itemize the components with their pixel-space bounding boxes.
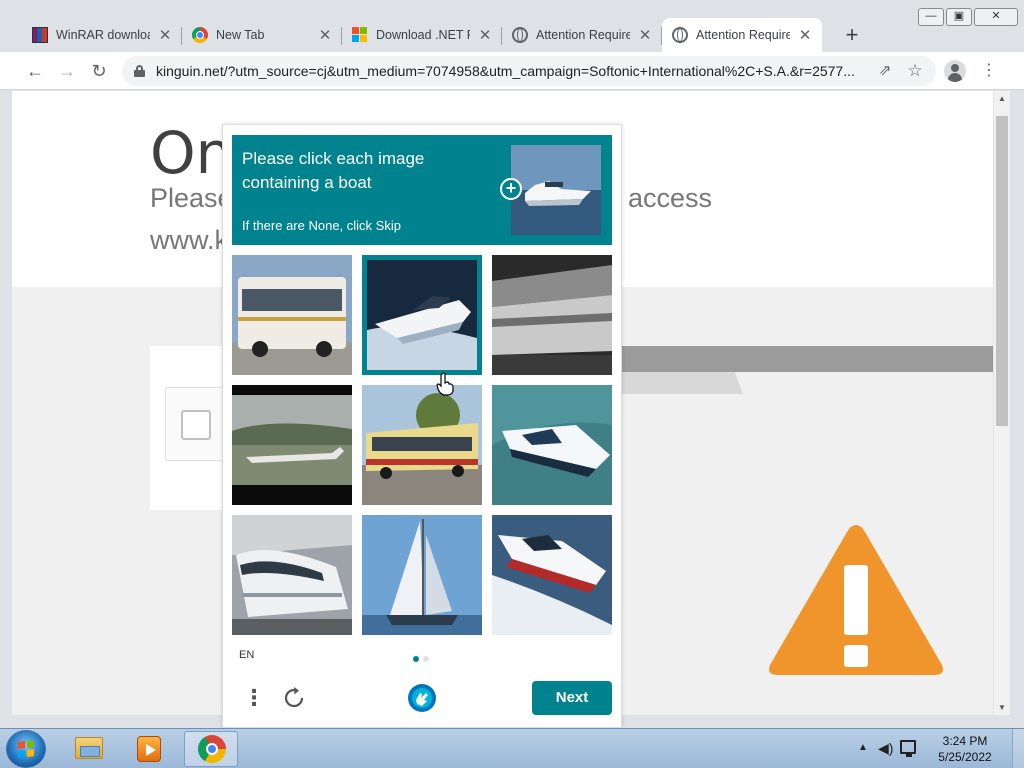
- image-grid: [232, 255, 612, 635]
- clock[interactable]: 3:24 PM 5/25/2022: [926, 733, 1004, 765]
- profile-icon[interactable]: [944, 60, 966, 82]
- tray-expand-icon[interactable]: ▲: [858, 742, 868, 753]
- browser-toolbar: ← → ↻ kinguin.net/?utm_source=cj&utm_med…: [0, 52, 1024, 90]
- prompt-text: Please click each image containing a boa…: [242, 149, 425, 192]
- image-tile-selected[interactable]: [362, 255, 482, 375]
- scroll-up-icon[interactable]: ▲: [998, 94, 1006, 103]
- globe-icon: [512, 27, 528, 43]
- maximize-button[interactable]: ▣: [946, 8, 972, 26]
- window-controls: — ▣ ✕: [918, 8, 1018, 26]
- next-button[interactable]: Next: [532, 681, 612, 715]
- new-tab-button[interactable]: +: [840, 24, 864, 48]
- tab-strip: WinRAR download ✕ New Tab ✕ Download .NE…: [22, 18, 822, 52]
- taskbar: ▲ ◀) 3:24 PM 5/25/2022: [0, 728, 1024, 768]
- close-icon[interactable]: ✕: [318, 26, 332, 44]
- share-icon[interactable]: ⇗: [874, 60, 896, 82]
- page-subtitle: Please: [150, 183, 233, 213]
- page-indicator: [413, 656, 429, 662]
- prompt-instructions: If there are None, click Skip: [242, 218, 401, 233]
- show-desktop-button[interactable]: [1012, 729, 1024, 768]
- forward-icon[interactable]: →: [54, 58, 80, 84]
- network-icon[interactable]: [900, 740, 916, 757]
- tab-title: Download .NET Fr: [376, 28, 470, 42]
- image-tile[interactable]: [362, 385, 482, 505]
- tab-title: New Tab: [216, 28, 265, 42]
- zoom-plus-icon[interactable]: +: [500, 178, 522, 200]
- clock-time: 3:24 PM: [942, 734, 988, 748]
- scroll-down-icon[interactable]: ▼: [998, 703, 1006, 712]
- taskbar-chrome[interactable]: [184, 731, 238, 767]
- human-checkbox[interactable]: [181, 410, 211, 440]
- image-tile[interactable]: [492, 385, 612, 505]
- menu-icon[interactable]: ⋮: [243, 685, 265, 711]
- star-icon[interactable]: ☆: [904, 60, 926, 82]
- winrar-icon: [32, 27, 48, 43]
- minimize-button[interactable]: —: [918, 8, 944, 26]
- volume-icon[interactable]: ◀): [878, 740, 893, 757]
- tab-winrar[interactable]: WinRAR download ✕: [22, 18, 182, 52]
- language-selector[interactable]: EN: [239, 649, 254, 661]
- refresh-icon[interactable]: [281, 685, 307, 711]
- page-title: On: [150, 119, 233, 187]
- hcaptcha-logo-icon[interactable]: [407, 683, 437, 713]
- windows-logo-icon: [18, 740, 34, 758]
- clock-date: 5/25/2022: [938, 750, 992, 764]
- chrome-icon: [198, 735, 226, 763]
- chrome-icon: [192, 27, 208, 43]
- browser-window: — ▣ ✕ WinRAR download ✕ New Tab ✕ Downlo…: [0, 0, 1024, 728]
- image-tile[interactable]: [232, 255, 352, 375]
- tab-new-tab[interactable]: New Tab ✕: [182, 18, 342, 52]
- page-subtitle-end: access: [628, 183, 713, 213]
- tab-title: WinRAR download: [56, 28, 150, 42]
- tab-attention-1[interactable]: Attention Required ✕: [502, 18, 662, 52]
- page-scrollbar[interactable]: ▲ ▼: [993, 91, 1010, 715]
- close-icon[interactable]: ✕: [478, 26, 492, 44]
- divider-band: [608, 346, 993, 372]
- captcha-dialog: Please click each image containing a boa…: [222, 124, 622, 728]
- media-player-icon: [137, 736, 161, 762]
- warning-icon: [769, 525, 943, 675]
- url-text[interactable]: kinguin.net/?utm_source=cj&utm_medium=70…: [156, 63, 860, 79]
- image-tile[interactable]: [362, 515, 482, 635]
- close-window-button[interactable]: ✕: [974, 8, 1018, 26]
- address-bar[interactable]: kinguin.net/?utm_source=cj&utm_medium=70…: [122, 56, 936, 86]
- example-image[interactable]: [511, 145, 601, 235]
- tab-title: Attention Required: [696, 28, 790, 42]
- image-tile[interactable]: [232, 515, 352, 635]
- back-icon[interactable]: ←: [22, 58, 48, 84]
- challenge-prompt: Please click each image containing a boa…: [232, 135, 612, 245]
- start-button[interactable]: [6, 730, 46, 768]
- folder-icon: [75, 737, 103, 759]
- system-tray: ▲ ◀) 3:24 PM 5/25/2022: [854, 729, 1024, 768]
- image-tile[interactable]: [492, 515, 612, 635]
- tab-dotnet[interactable]: Download .NET Fr ✕: [342, 18, 502, 52]
- close-icon[interactable]: ✕: [798, 26, 812, 44]
- microsoft-icon: [352, 27, 368, 43]
- image-tile[interactable]: [492, 255, 612, 375]
- tab-title: Attention Required: [536, 28, 630, 42]
- globe-icon: [672, 27, 688, 43]
- scroll-thumb[interactable]: [996, 116, 1008, 426]
- hand-cursor-icon: [436, 372, 454, 396]
- lock-icon[interactable]: [134, 65, 145, 77]
- tab-attention-2[interactable]: Attention Required ✕: [662, 18, 822, 52]
- close-icon[interactable]: ✕: [158, 26, 172, 44]
- close-icon[interactable]: ✕: [638, 26, 652, 44]
- taskbar-media-player[interactable]: [122, 731, 176, 767]
- page-domain: www.k: [150, 225, 229, 255]
- reload-icon[interactable]: ↻: [86, 58, 112, 84]
- image-tile[interactable]: [232, 385, 352, 505]
- more-menu-icon[interactable]: ⋮: [976, 58, 1002, 84]
- taskbar-explorer[interactable]: [62, 731, 116, 767]
